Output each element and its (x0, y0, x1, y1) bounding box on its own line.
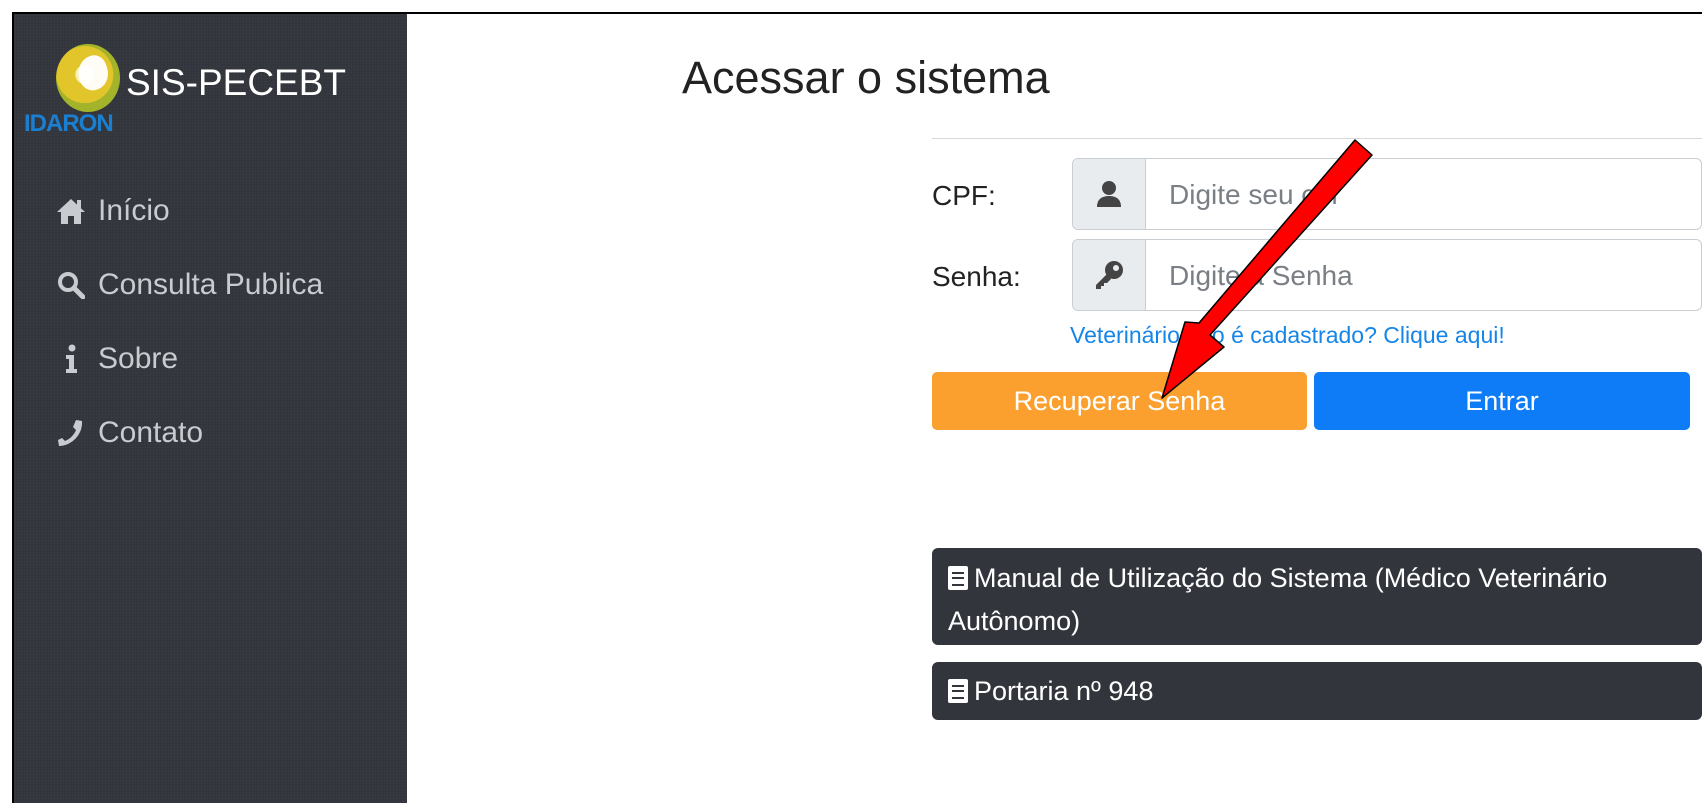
phone-icon (54, 416, 88, 450)
password-label: Senha: (932, 261, 1021, 292)
sidebar-item-inicio[interactable]: Início (54, 174, 323, 248)
divider (932, 138, 1702, 139)
idaron-logo (56, 44, 120, 112)
document-label: Portaria nº 948 (974, 676, 1154, 706)
password-input[interactable] (1147, 240, 1701, 310)
sidebar: IDARON SIS-PECEBT Início Consulta Public… (14, 14, 407, 803)
register-veterinarian-link[interactable]: Veterinário não é cadastrado? Clique aqu… (1070, 322, 1505, 349)
logo-emblem (73, 52, 113, 94)
brand-title: SIS-PECEBT (126, 62, 346, 103)
user-icon (1073, 159, 1146, 229)
password-input-group (1072, 239, 1702, 311)
cpf-input[interactable] (1147, 159, 1701, 229)
page-title: Acessar o sistema (682, 52, 1050, 103)
sidebar-item-label: Início (98, 194, 170, 227)
cpf-row: CPF: (932, 158, 1702, 230)
sidebar-item-label: Contato (98, 416, 204, 449)
app-window: IDARON SIS-PECEBT Início Consulta Public… (12, 12, 1702, 803)
sidebar-item-label: Sobre (98, 342, 179, 375)
sidebar-item-sobre[interactable]: Sobre (54, 322, 323, 396)
password-row: Senha: (932, 239, 1702, 311)
document-label: Manual de Utilização do Sistema (Médico … (948, 563, 1608, 636)
brand[interactable]: IDARON SIS-PECEBT (24, 44, 386, 144)
manual-document-link[interactable]: Manual de Utilização do Sistema (Médico … (932, 548, 1702, 645)
key-icon (1073, 240, 1146, 310)
cpf-label: CPF: (932, 180, 996, 211)
cpf-input-group (1072, 158, 1702, 230)
sidebar-item-contato[interactable]: Contato (54, 396, 323, 470)
sidebar-nav: Início Consulta Publica Sobre Contato (54, 174, 323, 470)
recover-password-button[interactable]: Recuperar Senha (932, 372, 1307, 430)
sidebar-item-label: Consulta Publica (98, 268, 324, 301)
logo-caption: IDARON (24, 110, 114, 137)
book-icon (948, 675, 968, 713)
portaria-document-link[interactable]: Portaria nº 948 (932, 662, 1702, 720)
home-icon (54, 194, 88, 228)
sidebar-item-consulta-publica[interactable]: Consulta Publica (54, 248, 323, 322)
enter-button[interactable]: Entrar (1314, 372, 1690, 430)
book-icon (948, 561, 968, 601)
info-icon (54, 342, 88, 376)
search-icon (54, 268, 88, 302)
